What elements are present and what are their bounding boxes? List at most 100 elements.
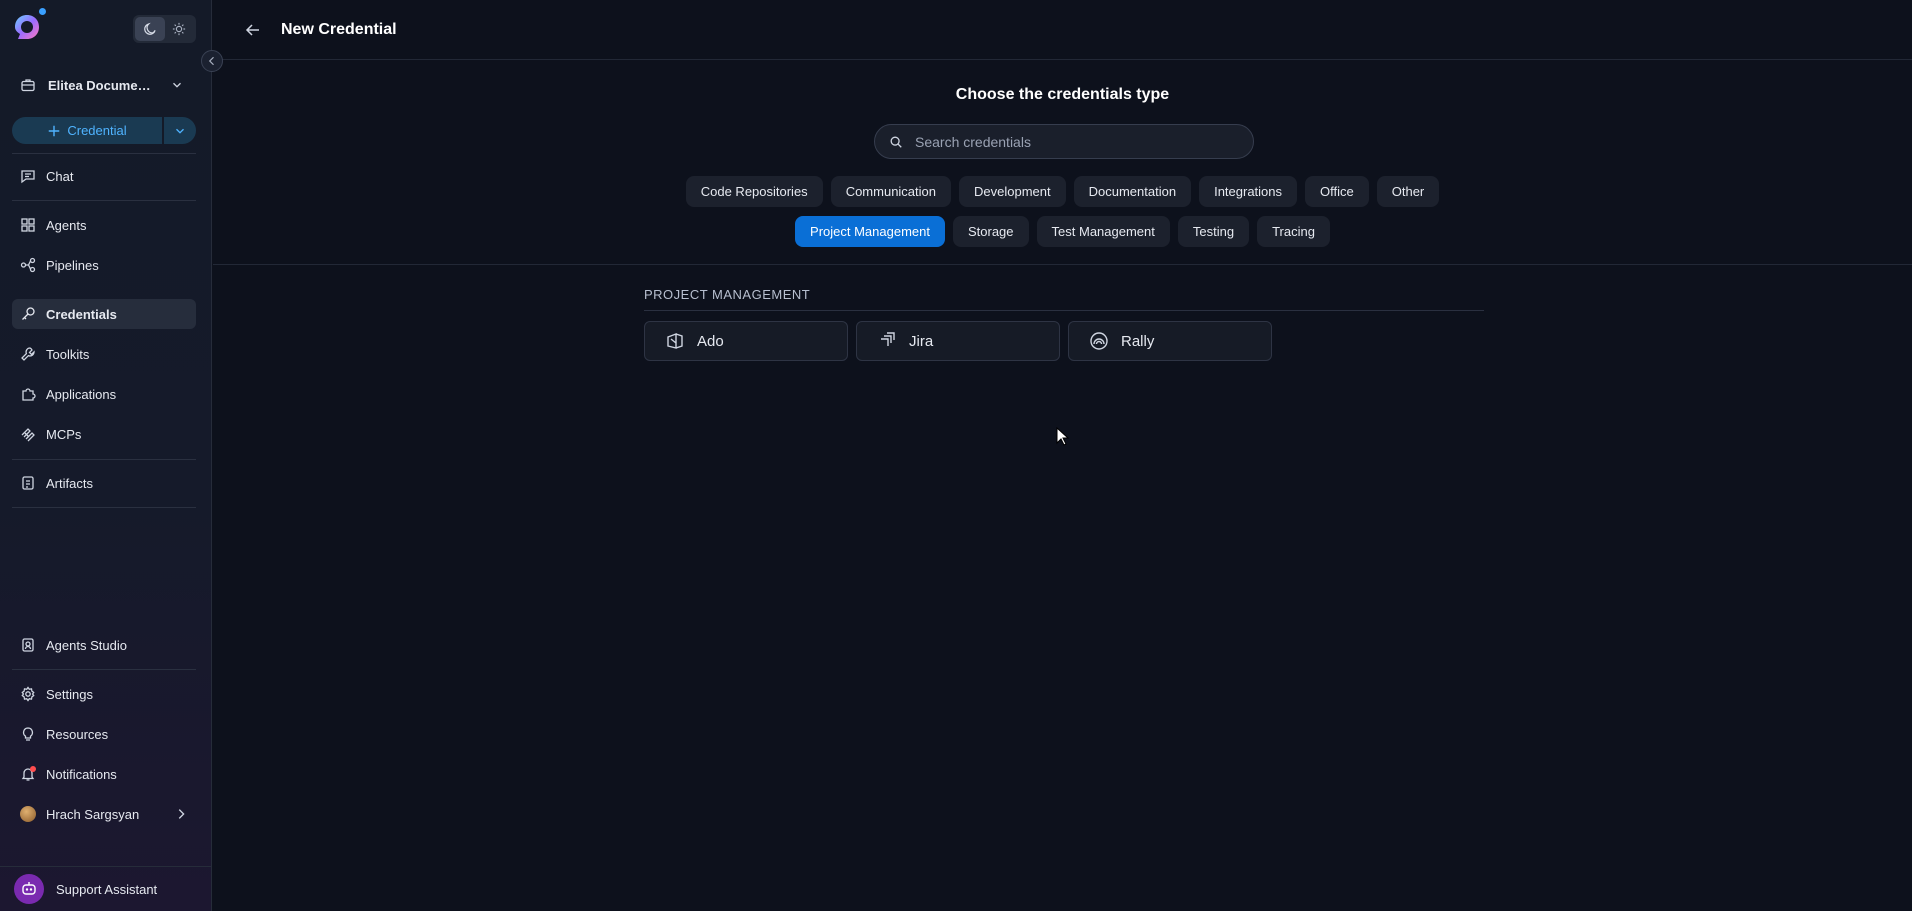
category-chip-test-management[interactable]: Test Management bbox=[1036, 216, 1170, 247]
project-selector[interactable]: Elitea Documentation bbox=[12, 70, 196, 100]
category-row-2: Project Management Storage Test Manageme… bbox=[213, 216, 1912, 247]
credential-card-ado[interactable]: Ado bbox=[644, 321, 848, 361]
puzzle-icon bbox=[20, 386, 36, 402]
chevron-left-icon bbox=[206, 55, 218, 67]
sidebar-item-label: Toolkits bbox=[46, 346, 90, 362]
category-chip-development[interactable]: Development bbox=[959, 176, 1066, 207]
category-chip-communication[interactable]: Communication bbox=[830, 176, 952, 207]
category-chip-integrations[interactable]: Integrations bbox=[1199, 176, 1298, 207]
credential-card-rally[interactable]: Rally bbox=[1068, 321, 1272, 361]
sidebar-item-label: Agents bbox=[46, 217, 87, 233]
category-section-title: PROJECT MANAGEMENT bbox=[644, 287, 811, 302]
light-mode-button[interactable] bbox=[165, 17, 195, 41]
bell-icon bbox=[20, 766, 36, 782]
category-chip-project-management[interactable]: Project Management bbox=[795, 216, 945, 247]
page-header: New Credential bbox=[213, 0, 1912, 60]
sidebar-item-label: Pipelines bbox=[46, 257, 99, 273]
sidebar-item-user[interactable]: Hrach Sargsyan bbox=[12, 799, 196, 829]
divider bbox=[12, 459, 196, 460]
create-button-group: Credential bbox=[12, 117, 196, 144]
back-button[interactable] bbox=[241, 18, 265, 42]
notification-dot bbox=[39, 8, 46, 15]
chevron-right-icon bbox=[174, 807, 188, 821]
sidebar-item-label: Artifacts bbox=[46, 475, 93, 491]
sidebar-item-notifications[interactable]: Notifications bbox=[12, 759, 196, 789]
sidebar-item-label: Credentials bbox=[46, 306, 117, 322]
create-credential-button[interactable]: Credential bbox=[12, 117, 162, 144]
collapse-sidebar-button[interactable] bbox=[201, 50, 223, 72]
azure-devops-icon bbox=[665, 331, 685, 351]
category-chip-code-repositories[interactable]: Code Repositories bbox=[685, 176, 823, 207]
divider bbox=[12, 200, 196, 201]
credential-label: Rally bbox=[1121, 332, 1155, 350]
divider bbox=[213, 264, 1912, 265]
category-chip-tracing[interactable]: Tracing bbox=[1257, 216, 1330, 247]
search-field[interactable] bbox=[874, 124, 1254, 159]
sidebar-item-label: Notifications bbox=[46, 766, 117, 782]
credential-label: Ado bbox=[697, 332, 724, 350]
lightbulb-icon bbox=[20, 726, 36, 742]
sidebar-item-label: Agents Studio bbox=[46, 637, 127, 653]
mcp-icon bbox=[20, 426, 36, 442]
sidebar-item-toolkits[interactable]: Toolkits bbox=[12, 339, 196, 369]
category-chip-other[interactable]: Other bbox=[1376, 176, 1440, 207]
divider bbox=[12, 669, 196, 670]
arrow-left-icon bbox=[244, 21, 262, 39]
category-chip-office[interactable]: Office bbox=[1305, 176, 1369, 207]
gear-icon bbox=[20, 686, 36, 702]
sidebar-item-credentials[interactable]: Credentials bbox=[12, 299, 196, 329]
briefcase-icon bbox=[20, 77, 36, 93]
sidebar-item-label: Resources bbox=[46, 726, 109, 742]
credential-label: Jira bbox=[909, 332, 934, 350]
theme-toggle[interactable] bbox=[133, 15, 196, 43]
studio-icon bbox=[20, 637, 36, 653]
section-heading: Choose the credentials type bbox=[955, 86, 1170, 103]
sidebar-item-resources[interactable]: Resources bbox=[12, 719, 196, 749]
divider bbox=[644, 310, 1484, 311]
sidebar-item-label: Chat bbox=[46, 168, 74, 184]
support-assistant-button[interactable]: Support Assistant bbox=[0, 866, 211, 911]
page-title: New Credential bbox=[281, 20, 397, 38]
credential-card-jira[interactable]: Jira bbox=[856, 321, 1060, 361]
notification-badge bbox=[30, 766, 36, 772]
avatar bbox=[20, 806, 36, 822]
sidebar-item-pipelines[interactable]: Pipelines bbox=[12, 250, 196, 280]
jira-icon bbox=[877, 331, 897, 351]
sun-icon bbox=[172, 22, 186, 36]
key-icon bbox=[20, 306, 36, 322]
sidebar-item-label: Settings bbox=[46, 686, 93, 702]
dark-mode-button[interactable] bbox=[135, 17, 165, 41]
user-name: Hrach Sargsyan bbox=[46, 806, 140, 822]
divider bbox=[12, 153, 196, 154]
elitea-logo-icon[interactable] bbox=[12, 12, 42, 42]
support-label: Support Assistant bbox=[56, 881, 158, 897]
search-input[interactable] bbox=[915, 133, 1235, 150]
category-row-1: Code Repositories Communication Developm… bbox=[213, 176, 1912, 207]
category-chip-documentation[interactable]: Documentation bbox=[1073, 176, 1192, 207]
sidebar-item-label: Applications bbox=[46, 386, 117, 402]
divider bbox=[12, 507, 196, 508]
artifact-icon bbox=[20, 475, 36, 491]
grid-icon bbox=[20, 217, 36, 233]
chat-icon bbox=[20, 168, 36, 184]
mouse-cursor-icon bbox=[1056, 427, 1070, 447]
sidebar-item-settings[interactable]: Settings bbox=[12, 679, 196, 709]
category-chip-storage[interactable]: Storage bbox=[952, 216, 1029, 247]
sidebar: Elitea Documentation Credential Chat Age bbox=[0, 0, 212, 911]
sidebar-item-mcps[interactable]: MCPs bbox=[12, 419, 196, 449]
wrench-icon bbox=[20, 346, 36, 362]
plus-icon bbox=[47, 124, 61, 138]
create-button-label: Credential bbox=[67, 123, 127, 138]
sidebar-item-agents-studio[interactable]: Agents Studio bbox=[12, 630, 196, 660]
sidebar-item-applications[interactable]: Applications bbox=[12, 379, 196, 409]
sidebar-item-chat[interactable]: Chat bbox=[12, 161, 196, 191]
sidebar-item-label: MCPs bbox=[46, 426, 82, 442]
create-dropdown-button[interactable] bbox=[164, 117, 196, 144]
category-chip-testing[interactable]: Testing bbox=[1177, 216, 1250, 247]
search-icon bbox=[889, 135, 903, 149]
sidebar-item-artifacts[interactable]: Artifacts bbox=[12, 468, 196, 498]
moon-icon bbox=[143, 22, 157, 36]
sidebar-item-agents[interactable]: Agents bbox=[12, 210, 196, 240]
pipeline-icon bbox=[20, 257, 36, 273]
chevron-down-icon bbox=[170, 78, 184, 92]
